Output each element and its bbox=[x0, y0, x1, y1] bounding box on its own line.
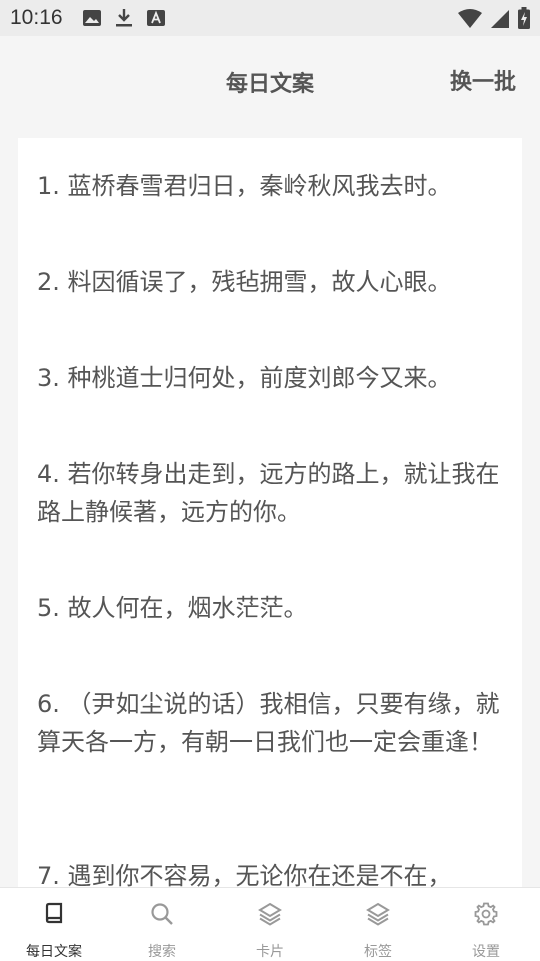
app-bar: 每日文案 换一批 bbox=[0, 36, 540, 122]
nav-label: 卡片 bbox=[256, 944, 284, 960]
nav-item-search[interactable]: 搜索 bbox=[108, 888, 216, 961]
nav-item-daily-copy[interactable]: 每日文案 bbox=[0, 888, 108, 961]
nav-item-tags[interactable]: 标签 bbox=[324, 888, 432, 961]
nav-label: 设置 bbox=[472, 944, 500, 960]
nav-label: 搜索 bbox=[148, 944, 176, 960]
nav-item-settings[interactable]: 设置 bbox=[432, 888, 540, 961]
quote-item[interactable]: 3. 种桃道士归何处，前度刘郎今又来。 bbox=[37, 359, 509, 397]
refresh-batch-button[interactable]: 换一批 bbox=[450, 64, 516, 96]
battery-icon bbox=[518, 7, 530, 29]
bottom-navigation: 每日文案 搜索 卡片 标签 设置 bbox=[0, 887, 540, 961]
quote-item[interactable]: 4. 若你转身出走到，远方的路上，就让我在路上静候著，远方的你。 bbox=[37, 455, 509, 531]
download-icon bbox=[116, 9, 132, 27]
status-time: 10:16 bbox=[10, 6, 63, 29]
quotes-card[interactable]: 1. 蓝桥春雪君归日，秦岭秋风我去时。 2. 料因循误了，残毡拥雪，故人心眼。 … bbox=[18, 138, 522, 898]
gear-icon bbox=[474, 902, 498, 926]
quote-item[interactable]: 6. （尹如尘说的话）我相信，只要有缘，就算天各一方，有朝一日我们也一定会重逢！ bbox=[37, 685, 509, 761]
quote-item[interactable]: 2. 料因循误了，残毡拥雪，故人心眼。 bbox=[37, 263, 509, 301]
system-icons bbox=[458, 7, 530, 29]
nav-item-cards[interactable]: 卡片 bbox=[216, 888, 324, 961]
quote-item[interactable]: 1. 蓝桥春雪君归日，秦岭秋风我去时。 bbox=[37, 167, 509, 205]
layers-icon bbox=[258, 902, 282, 926]
notification-icons bbox=[82, 8, 166, 28]
quote-item[interactable]: 5. 故人何在，烟水茫茫。 bbox=[37, 589, 509, 627]
book-icon bbox=[45, 902, 63, 924]
nav-label: 每日文案 bbox=[26, 944, 82, 960]
nav-label: 标签 bbox=[364, 944, 392, 960]
signal-icon bbox=[491, 10, 509, 28]
wifi-icon bbox=[458, 9, 482, 28]
search-icon bbox=[151, 903, 173, 925]
status-bar: 10:16 bbox=[0, 0, 540, 36]
text-badge-icon bbox=[147, 10, 165, 26]
layers-icon bbox=[366, 902, 390, 926]
image-icon bbox=[83, 10, 101, 26]
